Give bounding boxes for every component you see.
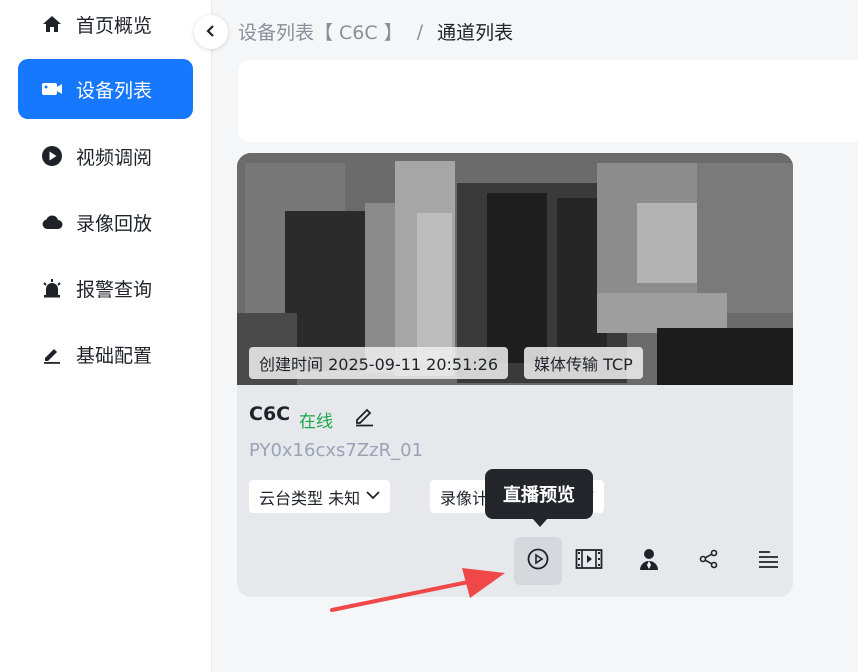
filter-panel bbox=[238, 60, 858, 142]
alarm-icon bbox=[40, 276, 64, 300]
breadcrumb-parent[interactable]: 设备列表【 C6C 】 bbox=[238, 18, 403, 45]
sidebar-item-label: 报警查询 bbox=[76, 278, 153, 301]
sidebar-item-label: 首页概览 bbox=[76, 14, 153, 37]
play-circle-icon bbox=[526, 547, 550, 575]
channel-card: 创建时间 2025-09-11 20:51:26 媒体传输 TCP C6C 在线… bbox=[237, 153, 793, 597]
chevron-left-icon bbox=[205, 23, 217, 42]
more-button[interactable] bbox=[745, 537, 793, 585]
sidebar-item-alarm[interactable]: 报警查询 bbox=[18, 258, 193, 318]
share-button[interactable] bbox=[685, 537, 733, 585]
sidebar-item-video[interactable]: 视频调阅 bbox=[18, 126, 193, 186]
sidebar-collapse-button[interactable] bbox=[194, 15, 228, 49]
sidebar-item-home[interactable]: 首页概览 bbox=[18, 0, 193, 54]
channel-name: C6C bbox=[249, 403, 291, 425]
live-preview-button[interactable] bbox=[514, 537, 562, 585]
ptz-type-label: 云台类型 未知 bbox=[259, 488, 361, 508]
edit-icon[interactable] bbox=[353, 405, 375, 427]
camera-icon bbox=[40, 77, 64, 101]
share-icon bbox=[699, 549, 719, 573]
sidebar-item-label: 录像回放 bbox=[76, 212, 153, 235]
user-button[interactable] bbox=[625, 537, 673, 585]
ptz-type-dropdown[interactable]: 云台类型 未知 bbox=[249, 480, 391, 513]
film-icon bbox=[575, 548, 603, 574]
sidebar-item-label: 基础配置 bbox=[76, 344, 153, 367]
chevron-down-icon bbox=[366, 489, 380, 504]
pen-icon bbox=[40, 342, 64, 366]
sidebar-item-devices[interactable]: 设备列表 bbox=[18, 59, 193, 119]
status-badge: 在线 bbox=[299, 412, 333, 432]
breadcrumb-separator: / bbox=[416, 20, 424, 43]
breadcrumb: 设备列表【 C6C 】 / 通道列表 bbox=[238, 18, 513, 45]
sidebar: 首页概览 设备列表 视频调阅 录像回放 报警查询 基础配置 bbox=[0, 0, 212, 672]
created-time-tag: 创建时间 2025-09-11 20:51:26 bbox=[249, 347, 509, 379]
playback-button[interactable] bbox=[565, 537, 613, 585]
transport-tag: 媒体传输 TCP bbox=[524, 347, 643, 379]
cloud-icon bbox=[40, 210, 64, 234]
channel-id: PY0x16cxs7ZzR_01 bbox=[249, 440, 424, 461]
user-icon bbox=[638, 547, 660, 575]
breadcrumb-current: 通道列表 bbox=[437, 22, 514, 44]
live-preview-tooltip: 直播预览 bbox=[485, 469, 593, 519]
play-circle-icon bbox=[40, 144, 64, 168]
sidebar-item-label: 视频调阅 bbox=[76, 146, 153, 169]
sidebar-item-playback[interactable]: 录像回放 bbox=[18, 192, 193, 252]
channel-snapshot-image: 创建时间 2025-09-11 20:51:26 媒体传输 TCP bbox=[237, 153, 793, 385]
home-icon bbox=[40, 12, 64, 36]
sidebar-item-config[interactable]: 基础配置 bbox=[18, 324, 193, 384]
sidebar-item-label: 设备列表 bbox=[76, 79, 153, 102]
tooltip-arrow bbox=[532, 518, 548, 527]
list-icon bbox=[758, 549, 780, 573]
